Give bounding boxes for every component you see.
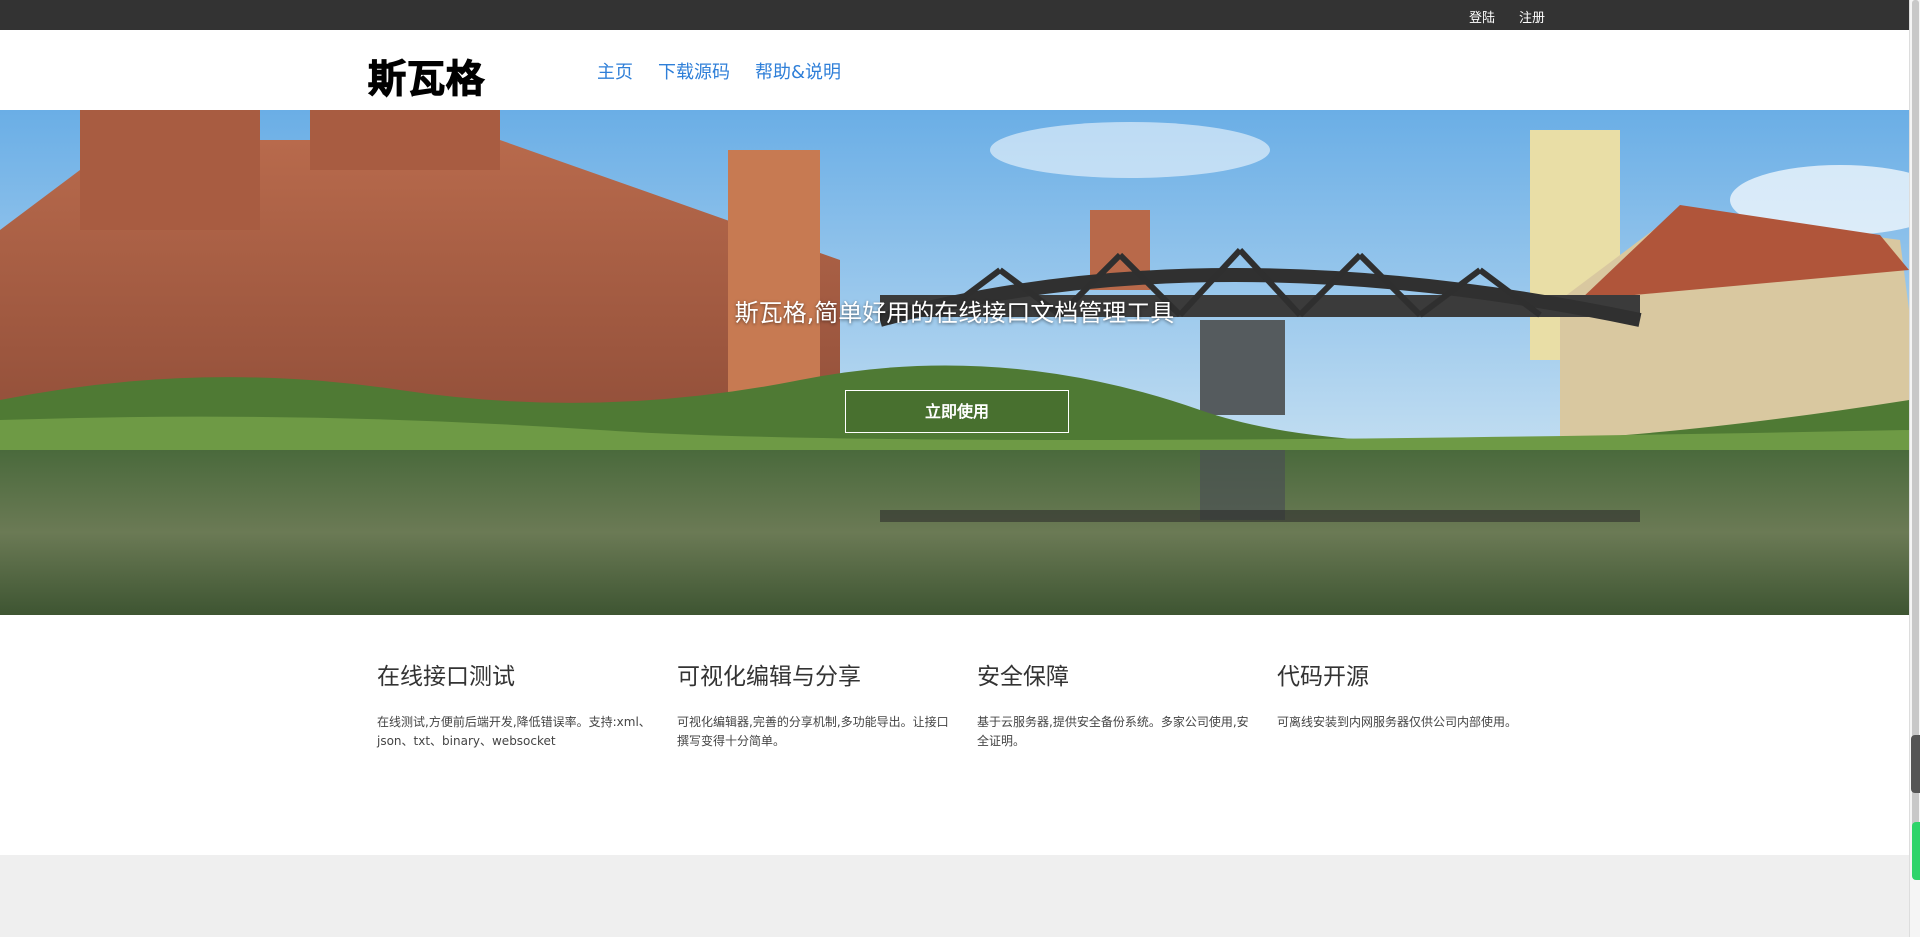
feature-online-testing: 在线接口测试 在线测试,方便前后端开发,降低错误率。支持:xml、json、tx…	[377, 657, 657, 751]
feature-description: 可视化编辑器,完善的分享机制,多功能导出。让接口撰写变得十分简单。	[677, 715, 949, 748]
site-logo[interactable]: 斯瓦格	[367, 48, 485, 103]
features-section: 在线接口测试 在线测试,方便前后端开发,降低错误率。支持:xml、json、tx…	[0, 615, 1909, 855]
feature-security: 安全保障 基于云服务器,提供安全备份系统。多家公司使用,安全证明。	[977, 657, 1257, 751]
register-link[interactable]: 注册	[1519, 7, 1545, 26]
nav-item-help[interactable]: 帮助&说明	[755, 58, 841, 84]
nav-item-home[interactable]: 主页	[597, 58, 633, 84]
top-bar: 登陆 注册	[0, 0, 1920, 30]
page-footer	[0, 855, 1909, 937]
feature-title: 安全保障	[977, 664, 1069, 690]
site-header: 斯瓦格 主页 下载源码 帮助&说明	[0, 30, 1909, 110]
feature-description: 在线测试,方便前后端开发,降低错误率。支持:xml、json、txt、binar…	[377, 715, 651, 748]
feature-title: 可视化编辑与分享	[677, 664, 861, 690]
login-link[interactable]: 登陆	[1469, 7, 1495, 26]
main-nav: 主页 下载源码 帮助&说明	[597, 58, 866, 84]
nav-item-download-source[interactable]: 下载源码	[658, 58, 730, 84]
scrollbar-thumb[interactable]	[1912, 0, 1919, 860]
vertical-scrollbar[interactable]	[1909, 0, 1920, 937]
hero-background-image	[0, 110, 1909, 615]
side-widget-handle[interactable]	[1911, 735, 1920, 793]
feature-open-source: 代码开源 可离线安装到内网服务器仅供公司内部使用。	[1277, 657, 1557, 732]
hero-banner: 斯瓦格,简单好用的在线接口文档管理工具 立即使用	[0, 110, 1909, 615]
feature-title: 在线接口测试	[377, 664, 515, 690]
feature-visual-editing: 可视化编辑与分享 可视化编辑器,完善的分享机制,多功能导出。让接口撰写变得十分简…	[677, 657, 957, 751]
feature-description: 可离线安装到内网服务器仅供公司内部使用。	[1277, 715, 1518, 729]
side-status-indicator[interactable]	[1912, 822, 1920, 880]
feature-title: 代码开源	[1277, 664, 1369, 690]
start-using-button[interactable]: 立即使用	[845, 390, 1069, 433]
hero-title: 斯瓦格,简单好用的在线接口文档管理工具	[734, 299, 1175, 327]
feature-description: 基于云服务器,提供安全备份系统。多家公司使用,安全证明。	[977, 715, 1249, 748]
